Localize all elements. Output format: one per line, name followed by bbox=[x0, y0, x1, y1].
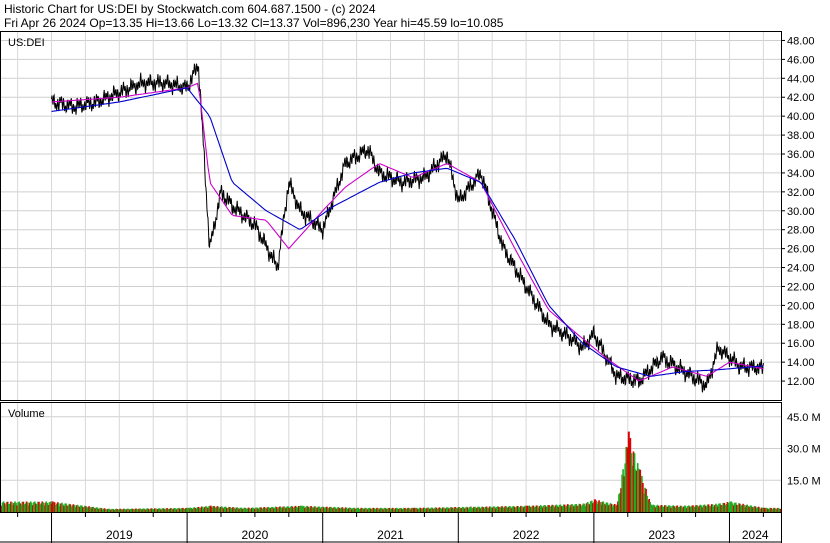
volume-bar bbox=[582, 503, 585, 512]
chart-background bbox=[0, 0, 830, 543]
price-tick-label: 40.00 bbox=[787, 111, 815, 123]
volume-title: Volume bbox=[8, 408, 45, 420]
price-tick-label: 44.00 bbox=[787, 73, 815, 85]
volume-bar bbox=[718, 503, 721, 512]
year-label: 2021 bbox=[377, 528, 404, 542]
volume-bar bbox=[593, 499, 596, 512]
volume-bar bbox=[729, 501, 732, 512]
year-label: 2020 bbox=[242, 528, 269, 542]
volume-bar bbox=[639, 469, 642, 512]
volume-bar bbox=[243, 507, 246, 512]
volume-bar bbox=[51, 501, 54, 512]
volume-bar bbox=[763, 507, 766, 512]
year-label: 2024 bbox=[742, 528, 769, 542]
price-tick-label: 24.00 bbox=[787, 263, 815, 275]
volume-bar bbox=[627, 431, 630, 512]
price-tick-label: 34.00 bbox=[787, 168, 815, 180]
header-line-2: Fri Apr 26 2024 Op=13.35 Hi=13.66 Lo=13.… bbox=[4, 16, 504, 30]
stock-chart: Historic Chart for US:DEI by Stockwatch.… bbox=[0, 0, 830, 543]
volume-bar bbox=[526, 505, 529, 512]
volume-y-tick-labels: 15.0 M 30.0 M 45.0 M bbox=[787, 412, 821, 487]
volume-bar bbox=[209, 505, 212, 512]
header-line-1: Historic Chart for US:DEI by Stockwatch.… bbox=[4, 2, 376, 16]
price-tick-label: 36.00 bbox=[787, 149, 815, 161]
symbol-label: US:DEI bbox=[8, 37, 45, 49]
volume-bar bbox=[108, 508, 110, 512]
year-label: 2023 bbox=[648, 528, 675, 542]
volume-tick-label: 30.0 M bbox=[787, 444, 821, 456]
price-tick-label: 46.00 bbox=[787, 54, 815, 66]
price-tick-label: 20.00 bbox=[787, 300, 815, 312]
price-tick-label: 14.00 bbox=[787, 357, 815, 369]
volume-bar bbox=[413, 507, 416, 512]
price-tick-label: 42.00 bbox=[787, 92, 815, 104]
price-tick-label: 32.00 bbox=[787, 187, 815, 199]
volume-bar bbox=[650, 504, 653, 512]
volume-bar bbox=[356, 507, 359, 512]
volume-bar bbox=[684, 505, 687, 512]
price-tick-label: 30.00 bbox=[787, 206, 815, 218]
price-tick-label: 28.00 bbox=[787, 225, 815, 237]
volume-bar bbox=[300, 505, 303, 512]
volume-tick-label: 15.0 M bbox=[787, 475, 821, 487]
volume-tick-label: 45.0 M bbox=[787, 412, 821, 424]
price-tick-label: 12.00 bbox=[787, 376, 815, 388]
chart-stage: Historic Chart for US:DEI by Stockwatch.… bbox=[0, 0, 830, 543]
price-tick-label: 38.00 bbox=[787, 130, 815, 142]
volume-bar bbox=[469, 506, 472, 512]
year-label: 2022 bbox=[513, 528, 540, 542]
price-tick-label: 16.00 bbox=[787, 338, 815, 350]
price-tick-label: 26.00 bbox=[787, 244, 815, 256]
volume-bar bbox=[616, 504, 619, 512]
price-tick-label: 48.00 bbox=[787, 35, 815, 47]
price-tick-label: 22.00 bbox=[787, 281, 815, 293]
price-tick-label: 18.00 bbox=[787, 319, 815, 331]
volume-bar bbox=[187, 507, 190, 512]
year-label: 2019 bbox=[106, 528, 133, 542]
